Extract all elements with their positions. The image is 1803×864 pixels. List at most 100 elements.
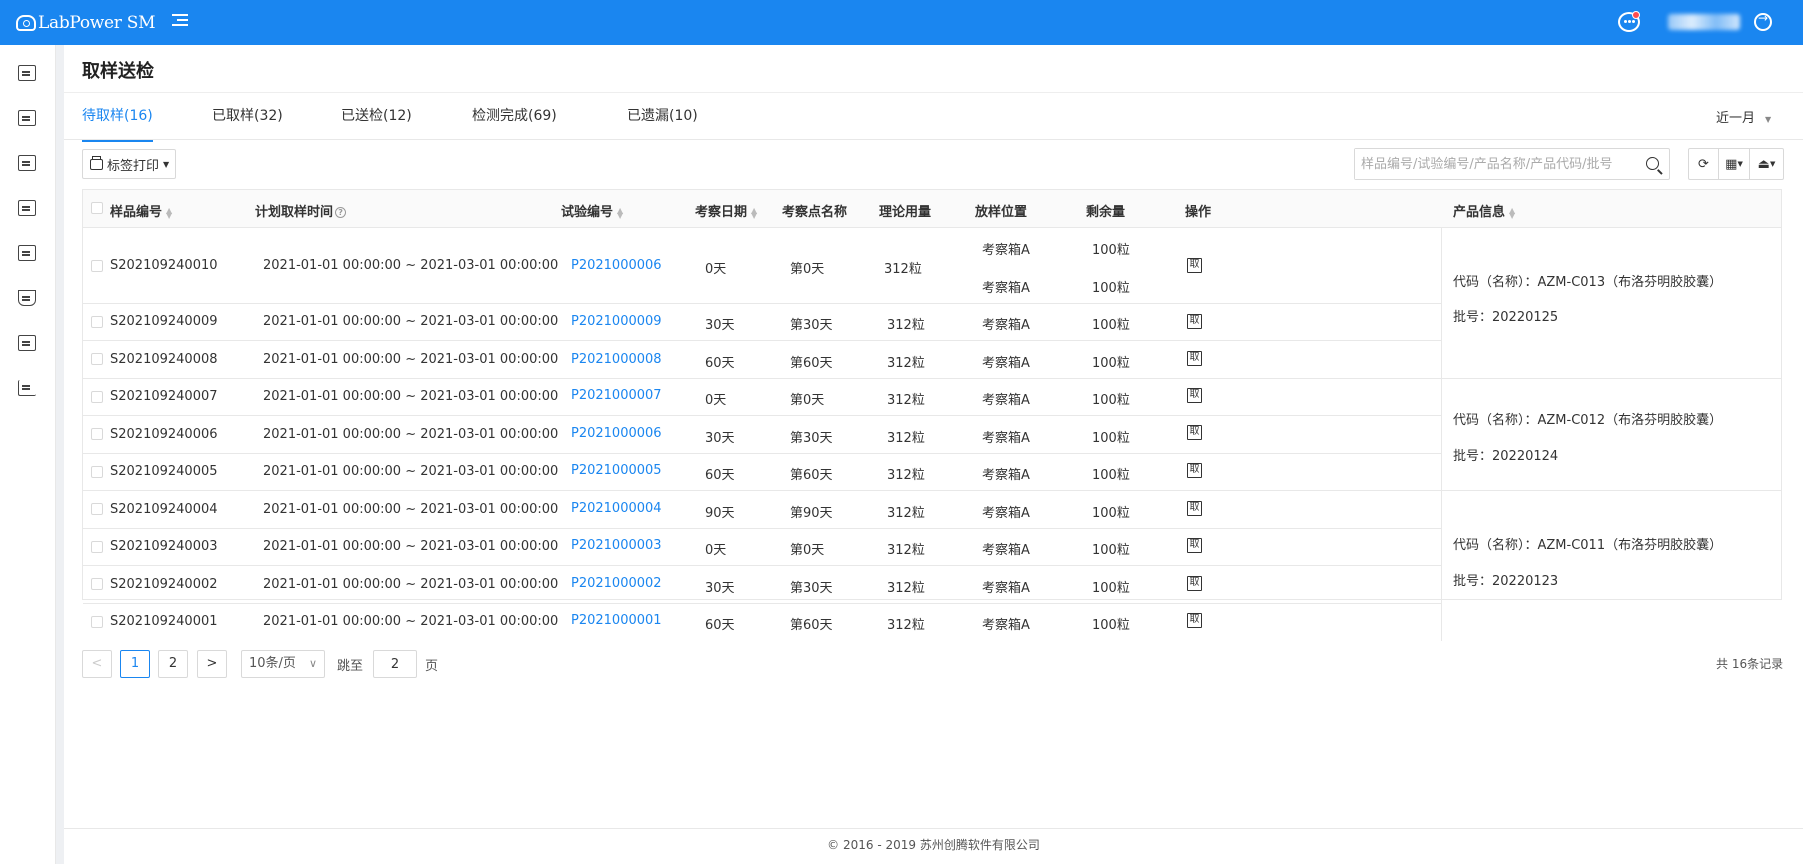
logout-icon[interactable] (1754, 11, 1772, 31)
table-row[interactable]: S202109240003 2021-01-01 00:00:00 ~ 2021… (83, 529, 1441, 566)
row-checkbox[interactable] (91, 353, 103, 365)
test-no-link[interactable]: P2021000001 (571, 613, 662, 628)
test-no-link[interactable]: P2021000004 (571, 501, 662, 516)
inspect-date: 0天 (705, 543, 727, 558)
time-range-select[interactable]: 近一月 ▼ (1716, 107, 1771, 126)
divider (64, 139, 1803, 140)
plan-time: 2021-01-01 00:00:00 ~ 2021-03-01 00:00:0… (263, 352, 559, 367)
inspect-point: 第0天 (790, 543, 825, 558)
take-sample-button[interactable]: 取 (1187, 314, 1202, 329)
grid-columns-icon[interactable]: ▦ ▼ (1719, 149, 1750, 179)
page-size-select[interactable]: 10条/页 ∨ (241, 650, 325, 678)
row-checkbox[interactable] (91, 466, 103, 478)
footer-copyright: © 2016 - 2019 苏州创腾软件有限公司 (827, 838, 1040, 852)
take-sample-button[interactable]: 取 (1187, 576, 1202, 591)
tab-pending[interactable]: 待取样(16) (82, 105, 153, 142)
caret-down-icon: ▼ (163, 159, 170, 169)
select-all-checkbox[interactable] (91, 202, 103, 214)
table-row[interactable]: S202109240007 2021-01-01 00:00:00 ~ 2021… (83, 379, 1441, 416)
chart-icon[interactable] (18, 380, 36, 396)
sample-icon[interactable] (18, 65, 36, 81)
take-sample-button[interactable]: 取 (1187, 425, 1202, 440)
tab-completed[interactable]: 检测完成(69) (472, 105, 557, 139)
storage-location: 考察箱A (982, 581, 1030, 596)
table-row[interactable]: S202109240010 2021-01-01 00:00:00 ~ 2021… (83, 228, 1441, 304)
table-row[interactable]: S202109240002 2021-01-01 00:00:00 ~ 2021… (83, 566, 1441, 604)
plan-time: 2021-01-01 00:00:00 ~ 2021-03-01 00:00:0… (263, 464, 559, 479)
form-icon[interactable] (18, 155, 36, 171)
take-sample-button[interactable]: 取 (1187, 613, 1202, 628)
user-name-blurred[interactable] (1668, 14, 1740, 30)
take-sample-button[interactable]: 取 (1187, 351, 1202, 366)
take-sample-button[interactable]: 取 (1187, 463, 1202, 478)
tab-submitted[interactable]: 已送检(12) (341, 105, 412, 139)
test-no-link[interactable]: P2021000002 (571, 576, 662, 591)
table-row[interactable]: S202109240004 2021-01-01 00:00:00 ~ 2021… (83, 491, 1441, 529)
menu-toggle-icon[interactable] (172, 14, 188, 30)
export-icon[interactable]: ⏏ ▼ (1750, 149, 1783, 179)
test-no-link[interactable]: P2021000006 (571, 426, 662, 441)
sort-icon[interactable]: ▲ ▼ (617, 206, 623, 219)
table-row[interactable]: S202109240005 2021-01-01 00:00:00 ~ 2021… (83, 454, 1441, 491)
table-row[interactable]: S202109240001 2021-01-01 00:00:00 ~ 2021… (83, 604, 1441, 641)
jump-suffix: 页 (425, 659, 439, 674)
take-sample-button[interactable]: 取 (1187, 501, 1202, 516)
row-checkbox[interactable] (91, 616, 103, 628)
sort-icon[interactable]: ▲ ▼ (751, 206, 757, 219)
table-row[interactable]: S202109240008 2021-01-01 00:00:00 ~ 2021… (83, 341, 1441, 379)
label-print-button[interactable]: 标签打印 ▼ (82, 149, 176, 179)
test-no-link[interactable]: P2021000003 (571, 538, 662, 553)
row-checkbox[interactable] (91, 503, 103, 515)
search-input[interactable] (1355, 149, 1625, 179)
test-no-link[interactable]: P2021000009 (571, 314, 662, 329)
flask-icon[interactable] (18, 290, 36, 306)
prev-page-button[interactable]: < (82, 650, 112, 678)
total-records: 共 16条记录 (1716, 657, 1784, 671)
take-sample-button[interactable]: 取 (1187, 538, 1202, 553)
search-icon[interactable] (1646, 157, 1659, 170)
report-icon[interactable] (18, 245, 36, 261)
app-logo[interactable]: LabPower SM (16, 10, 155, 36)
storage-location: 考察箱A (982, 318, 1030, 333)
row-checkbox[interactable] (91, 316, 103, 328)
sort-icon[interactable]: ▲ ▼ (1509, 206, 1515, 219)
take-sample-button[interactable]: 取 (1187, 258, 1202, 273)
refresh-icon[interactable]: ⟳ (1689, 149, 1719, 179)
page-button-2[interactable]: 2 (158, 650, 188, 678)
sample-no: S202109240005 (110, 464, 218, 479)
test-no-link[interactable]: P2021000005 (571, 463, 662, 478)
table-row[interactable]: S202109240009 2021-01-01 00:00:00 ~ 2021… (83, 304, 1441, 341)
sort-icon[interactable]: ▲ ▼ (166, 206, 172, 219)
header-test-no-label: 试验编号 (561, 205, 614, 220)
row-checkbox[interactable] (91, 260, 103, 272)
row-checkbox[interactable] (91, 391, 103, 403)
layout-icon[interactable] (18, 335, 36, 351)
next-page-button[interactable]: > (197, 650, 227, 678)
storage-location: 考察箱A (982, 431, 1030, 446)
header-date[interactable]: 考察日期 ▲ ▼ (695, 201, 757, 220)
list-check-icon[interactable] (18, 110, 36, 126)
table-row[interactable]: S202109240006 2021-01-01 00:00:00 ~ 2021… (83, 416, 1441, 454)
row-checkbox[interactable] (91, 541, 103, 553)
info-icon[interactable]: ? (335, 207, 347, 218)
row-checkbox[interactable] (91, 428, 103, 440)
header-test-no[interactable]: 试验编号 ▲ ▼ (561, 201, 623, 220)
header-action: 操作 (1185, 205, 1212, 220)
theory-amount: 312粒 (884, 262, 922, 277)
remaining-amount: 100粒 (1092, 281, 1130, 296)
page-button-1[interactable]: 1 (120, 650, 150, 678)
tab-missed[interactable]: 已遗漏(10) (627, 105, 698, 139)
inspect-point: 第30天 (790, 318, 833, 333)
remaining-amount: 100粒 (1092, 318, 1130, 333)
header-product[interactable]: 产品信息 ▲ ▼ (1453, 201, 1515, 220)
monitor-icon[interactable] (18, 200, 36, 216)
test-no-link[interactable]: P2021000008 (571, 352, 662, 367)
row-checkbox[interactable] (91, 578, 103, 590)
test-no-link[interactable]: P2021000006 (571, 258, 662, 273)
test-no-link[interactable]: P2021000007 (571, 388, 662, 403)
tab-sampled[interactable]: 已取样(32) (212, 105, 283, 139)
take-sample-button[interactable]: 取 (1187, 388, 1202, 403)
jump-page-input[interactable] (373, 650, 417, 678)
header-sample-no[interactable]: 样品编号 ▲ ▼ (110, 201, 172, 220)
column-divider (1441, 228, 1442, 641)
